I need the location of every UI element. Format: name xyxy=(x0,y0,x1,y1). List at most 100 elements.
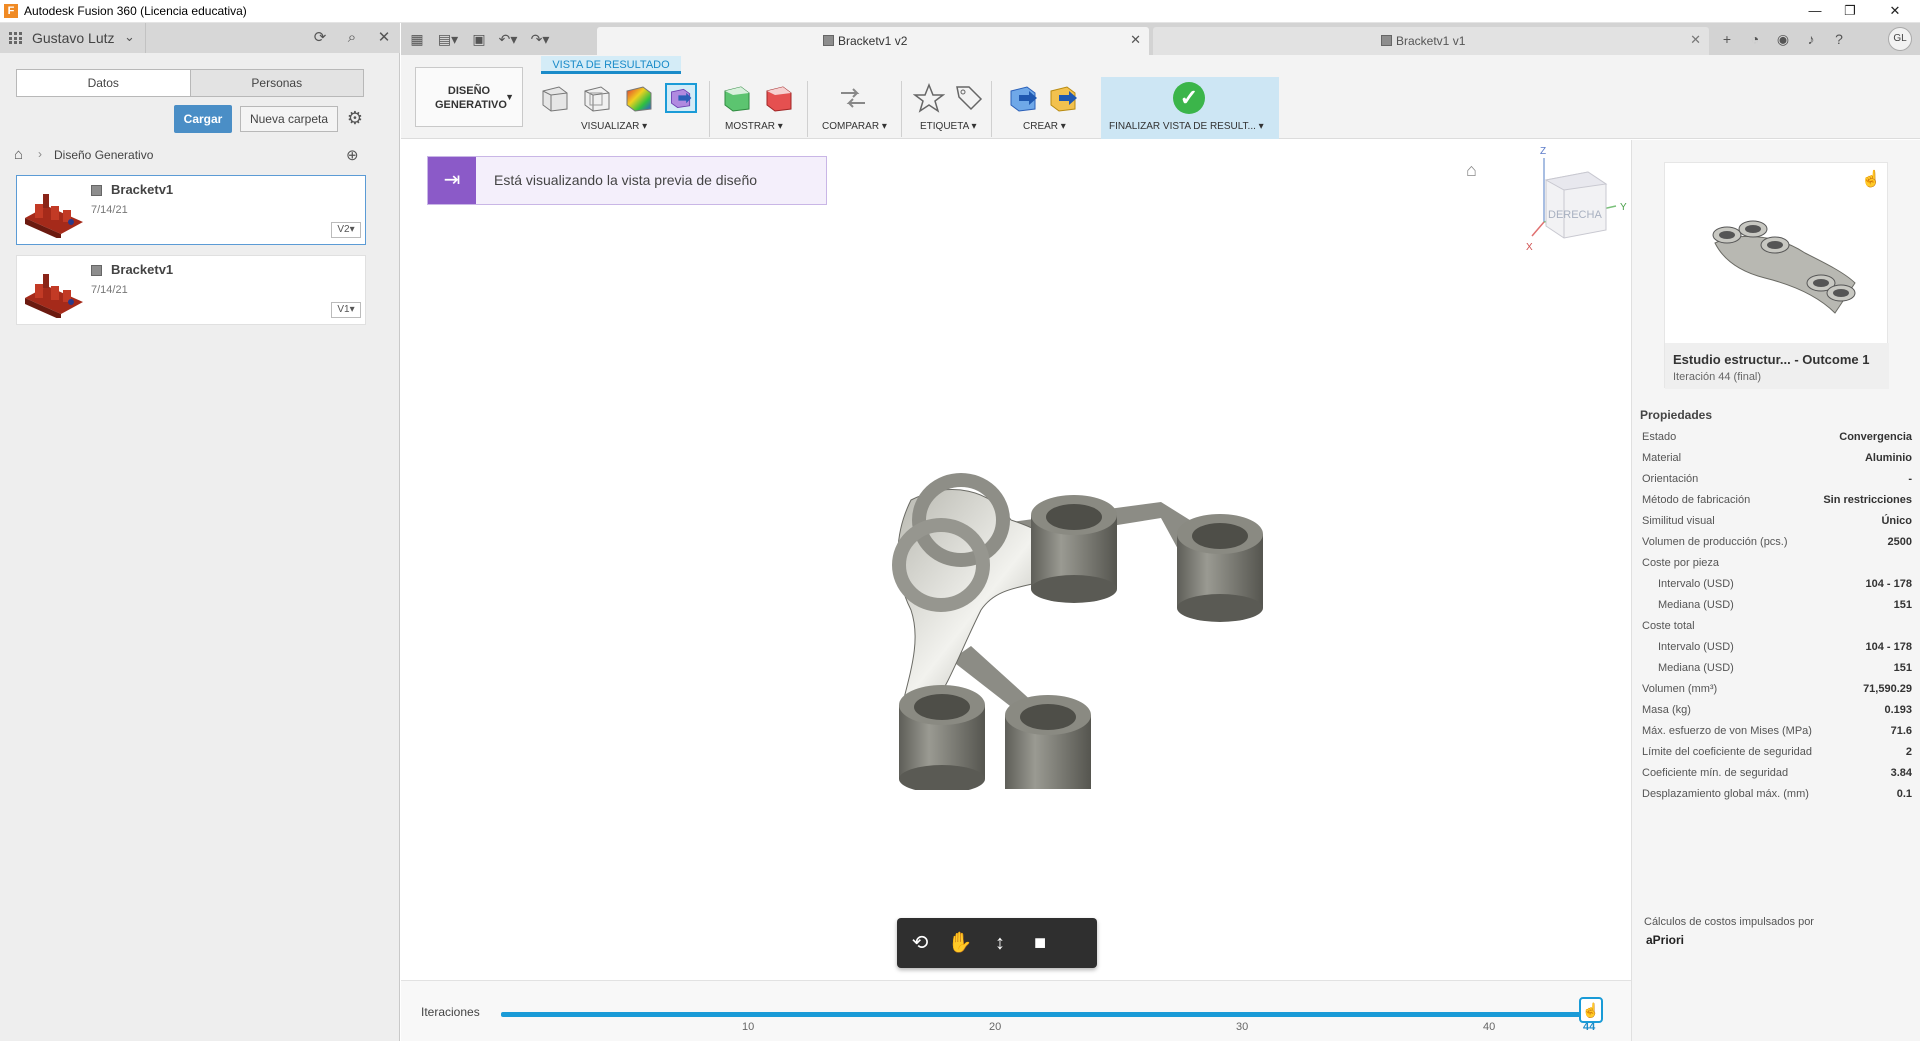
like-icon[interactable]: ☝ xyxy=(1861,169,1881,189)
boss-right xyxy=(1177,514,1263,622)
properties-heading: Propiedades xyxy=(1640,408,1713,422)
camera-icon[interactable]: ■ xyxy=(1025,930,1055,956)
home-icon[interactable]: ⌂ xyxy=(14,146,23,163)
outcome-card-footer: Estudio estructur... - Outcome 1 Iteraci… xyxy=(1665,343,1889,389)
toolbar: DISEÑO GENERATIVO ▼ VISTA DE RESULTADO V… xyxy=(401,55,1920,139)
stress-view-icon[interactable] xyxy=(623,83,655,113)
document-icon xyxy=(823,35,834,46)
minimize-button[interactable]: — xyxy=(1800,2,1830,20)
tab-personas[interactable]: Personas xyxy=(191,70,364,96)
preview-view-icon[interactable] xyxy=(665,83,697,113)
file-menu-icon[interactable]: ▤▾ xyxy=(435,29,461,49)
new-folder-button[interactable]: Nueva carpeta xyxy=(240,106,338,132)
close-tab-icon[interactable]: ✕ xyxy=(1130,32,1141,48)
property-value: 2 xyxy=(1905,746,1912,758)
restore-button[interactable]: ❐ xyxy=(1835,2,1865,20)
zoom-icon[interactable]: ↕ xyxy=(985,930,1015,956)
property-value: 71,590.29 xyxy=(1863,683,1912,695)
property-key: Método de fabricación xyxy=(1642,494,1751,506)
close-icon[interactable]: ✕ xyxy=(374,28,394,48)
cost-credit-text: Cálculos de costos impulsados por xyxy=(1644,916,1814,928)
home-view-icon[interactable]: ⌂ xyxy=(1466,160,1477,181)
tab-label: Bracketv1 v1 xyxy=(1381,34,1465,48)
outcome-card[interactable]: ☝ Estudio estructur... - Outcome 1 Itera… xyxy=(1664,162,1889,389)
compare-icon[interactable] xyxy=(837,83,869,113)
user-name[interactable]: Gustavo Lutz xyxy=(32,30,115,46)
gear-icon[interactable]: ⚙ xyxy=(344,107,366,129)
divider xyxy=(807,81,808,137)
pan-hand-icon[interactable]: ✋ xyxy=(945,930,975,956)
show-red-body-icon[interactable] xyxy=(763,83,795,113)
breadcrumb-item[interactable]: Diseño Generativo xyxy=(54,148,153,162)
property-value: Sin restricciones xyxy=(1823,494,1912,506)
property-row: Mediana (USD) 151 xyxy=(1642,659,1912,679)
new-tab-icon[interactable]: + xyxy=(1717,29,1737,49)
workspace-switcher[interactable]: DISEÑO GENERATIVO ▼ xyxy=(415,67,523,127)
create-menu[interactable]: CREAR ▾ xyxy=(1023,121,1066,132)
property-key: Volumen de producción (pcs.) xyxy=(1642,536,1788,548)
divider xyxy=(709,81,710,137)
apriori-logo[interactable]: aPriori xyxy=(1646,933,1684,947)
job-status-icon[interactable]: ◉ xyxy=(1773,29,1793,49)
close-tab-icon[interactable]: ✕ xyxy=(1690,32,1701,48)
iterations-label: Iteraciones xyxy=(421,1005,480,1019)
star-icon[interactable] xyxy=(913,83,945,113)
3d-viewport[interactable]: ⇥ Está visualizando la vista previa de d… xyxy=(401,140,1631,980)
property-row: Estado Convergencia xyxy=(1642,428,1912,448)
viewcube[interactable]: DERECHA Z Y X xyxy=(1526,140,1636,260)
data-panel-header: Gustavo Lutz ⌄ ⟳ ⌕ ✕ xyxy=(0,23,400,53)
team-grid-icon[interactable] xyxy=(9,32,22,44)
property-value: 2500 xyxy=(1887,536,1912,548)
visualize-menu[interactable]: VISUALIZAR ▾ xyxy=(581,121,647,132)
outcome-subtitle: Iteración 44 (final) xyxy=(1673,371,1762,383)
orbit-icon[interactable]: ⟲ xyxy=(905,930,935,956)
compare-menu[interactable]: COMPARAR ▾ xyxy=(822,121,887,132)
show-green-body-icon[interactable] xyxy=(721,83,753,113)
apps-grid-icon[interactable]: ▦ xyxy=(407,29,427,49)
avatar[interactable]: GL xyxy=(1888,27,1912,51)
tag-icon[interactable] xyxy=(953,83,985,113)
bracket-thumbnail xyxy=(25,194,83,238)
tab-bracketv1-v2[interactable]: Bracketv1 v2 ✕ xyxy=(597,27,1149,55)
property-row: Orientación - xyxy=(1642,470,1912,490)
search-icon[interactable]: ⌕ xyxy=(342,28,362,48)
file-card[interactable]: Bracketv1 7/14/21 V1▾ xyxy=(16,255,366,325)
help-icon[interactable]: ? xyxy=(1829,29,1849,49)
property-key: Intervalo (USD) xyxy=(1658,578,1734,590)
upload-button[interactable]: Cargar xyxy=(174,105,232,133)
mesh-view-icon[interactable] xyxy=(581,83,613,113)
context-tab-result-view[interactable]: VISTA DE RESULTADO xyxy=(541,56,681,74)
tab-datos[interactable]: Datos xyxy=(17,70,191,96)
property-key: Mediana (USD) xyxy=(1658,599,1734,611)
save-icon[interactable]: ▣ xyxy=(469,29,489,49)
property-value: 104 - 178 xyxy=(1865,578,1912,590)
file-date: 7/14/21 xyxy=(91,284,128,296)
version-dropdown[interactable]: V1▾ xyxy=(331,302,361,318)
refresh-icon[interactable]: ⟳ xyxy=(310,28,330,48)
iteration-tick: 40 xyxy=(1483,1021,1496,1033)
model-view-icon[interactable] xyxy=(539,83,571,113)
finish-result-view-button[interactable]: ✓ FINALIZAR VISTA DE RESULT... ▾ xyxy=(1101,77,1279,139)
property-row: Mediana (USD) 151 xyxy=(1642,596,1912,616)
undo-icon[interactable]: ↶▾ xyxy=(495,29,521,49)
globe-icon[interactable]: ⊕ xyxy=(346,146,359,164)
tab-bracketv1-v1[interactable]: Bracketv1 v1 ✕ xyxy=(1153,27,1709,55)
iteration-slider-handle[interactable]: ☝ xyxy=(1579,997,1603,1023)
export-body-icon[interactable] xyxy=(1007,83,1039,113)
label-menu[interactable]: ETIQUETA ▾ xyxy=(920,121,977,132)
navigation-bar: ⟲ ✋ ↕ ■ xyxy=(897,918,1097,968)
preview-icon: ⇥ xyxy=(428,157,476,204)
create-design-icon[interactable] xyxy=(1047,83,1079,113)
notifications-icon[interactable]: ♪ xyxy=(1801,29,1821,49)
iterations-track[interactable] xyxy=(501,1012,1591,1017)
finish-menu-label: FINALIZAR VISTA DE RESULT... ▾ xyxy=(1109,121,1264,132)
show-menu[interactable]: MOSTRAR ▾ xyxy=(725,121,783,132)
version-dropdown[interactable]: V2▾ xyxy=(331,222,361,238)
close-window-button[interactable]: ✕ xyxy=(1880,2,1910,20)
property-value: 71.6 xyxy=(1890,725,1912,737)
redo-icon[interactable]: ↷▾ xyxy=(527,29,553,49)
file-card[interactable]: Bracketv1 7/14/21 V2▾ xyxy=(16,175,366,245)
chevron-down-icon[interactable]: ⌄ xyxy=(124,29,135,45)
checkmark-icon: ✓ xyxy=(1173,82,1205,114)
extensions-icon[interactable]: ◔ xyxy=(1745,29,1765,49)
